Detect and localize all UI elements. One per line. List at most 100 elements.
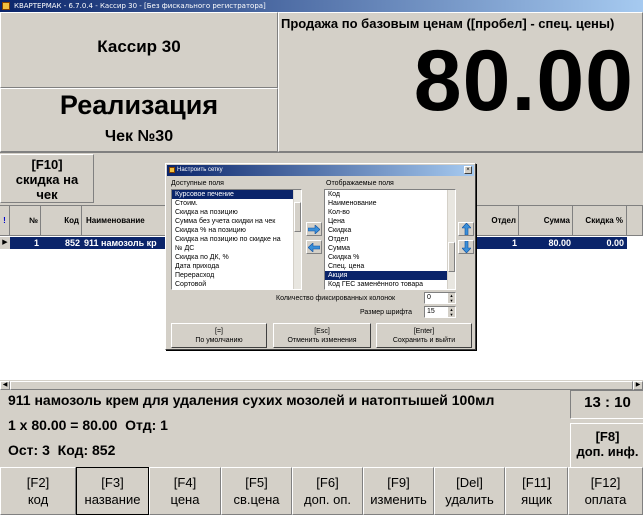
hscroll-thumb[interactable] [10,381,633,390]
add-field-button[interactable] [306,222,322,236]
arrow-down-icon [461,241,471,253]
spin-down-icon[interactable]: ▼ [448,312,455,317]
check-discount-button[interactable]: [F10] скидка на чек [0,154,94,203]
font-size-spin-buttons[interactable]: ▲ ▼ [448,307,455,317]
displayed-item[interactable]: Наименование [325,199,455,208]
col-header-discount[interactable]: Скидка % [573,206,627,236]
displayed-item[interactable]: Скидка [325,226,455,235]
available-list-scrollbar[interactable] [293,190,301,289]
fixed-columns-spin-buttons[interactable]: ▲ ▼ [448,293,455,303]
row-code[interactable]: 852 [41,237,82,249]
app-icon [2,2,10,10]
defaults-button[interactable]: [=] По умолчанию [171,323,267,348]
displayed-item[interactable]: Скидка % [325,253,455,262]
save-key: [Enter] [413,328,435,335]
displayed-item[interactable]: Код ГЕС заменённого товара [325,280,455,289]
fkey-name-button[interactable]: [F3] название [76,467,149,515]
item-info-panel: 911 намозоль крем для удаления сухих моз… [0,390,570,467]
fkey-price-button[interactable]: [F4] цена [149,467,221,515]
displayed-list-scrollbar[interactable] [447,190,455,289]
available-item[interactable]: Сортовой [172,280,301,289]
displayed-item[interactable]: Цена [325,217,455,226]
fkey-payment-button[interactable]: [F12] оплата [568,467,643,515]
item-calculation: 1 x 80.00 = 80.00 Отд: 1 [8,417,168,433]
fkey-price-label: цена [170,492,200,507]
fkey-code-button[interactable]: [F2] код [0,467,76,515]
displayed-fields-list[interactable]: Код Наименование Кол-во Цена Скидка Отдел Сум… [324,189,456,290]
row-name[interactable]: 911 намозоль кр [82,237,168,249]
more-info-button[interactable]: [F8] доп. инф. [570,423,643,472]
scroll-left-icon[interactable]: ◀ [0,381,10,390]
displayed-item[interactable]: Кол-во [325,208,455,217]
fixed-columns-value: 0 [427,294,431,301]
window-title: КВАРТЕРМАК - 6.7.0.4 - Кассир 30 - [Без … [14,2,266,10]
displayed-scroll-thumb[interactable] [448,242,455,272]
displayed-item[interactable]: Сумма [325,244,455,253]
fkey-extra-ops-button[interactable]: [F6] доп. оп. [292,467,363,515]
fkey-free-price-key: [F5] [245,475,268,490]
available-item[interactable]: Дата прихода [172,262,301,271]
fkey-drawer-label: ящик [521,492,552,507]
row-num[interactable]: 1 [10,237,41,249]
item-name: 911 намозоль крем для удаления сухих моз… [8,392,495,408]
available-item[interactable]: Скидка по ДК, % [172,253,301,262]
check-discount-label-1: скидка на [15,172,79,187]
move-up-button[interactable] [458,222,474,236]
item-dept-text: Отд: 1 [125,417,168,433]
font-size-value: 15 [427,308,435,315]
fkey-drawer-button[interactable]: [F11] ящик [505,467,568,515]
available-item[interactable]: Стоим. [172,199,301,208]
move-down-button[interactable] [458,240,474,254]
check-number: Чек №30 [104,128,174,145]
mode-title: Реализация [59,90,219,120]
defaults-key: [=] [215,328,223,335]
row-sum[interactable]: 80.00 [519,237,573,249]
fixed-columns-spinner[interactable]: 0 ▲ ▼ [424,292,456,304]
available-fields-list[interactable]: Курсовое печение Стоим. Скидка на позицию С… [171,189,302,290]
fkey-free-price-button[interactable]: [F5] св.цена [221,467,292,515]
displayed-item[interactable]: Код [325,190,455,199]
fkey-drawer-key: [F11] [522,475,551,490]
available-item[interactable]: Скидка на позицию [172,208,301,217]
col-header-num[interactable]: № [10,206,41,236]
mode-panel: Реализация Чек №30 [0,88,278,152]
price-mode-label: Продажа по базовым ценам ([пробел] - спе… [281,16,615,31]
available-item[interactable]: Сумма без учета скидки на чек [172,217,301,226]
available-item[interactable]: Перерасход [172,271,301,280]
col-header-name[interactable]: Наименование [82,206,168,236]
fkey-delete-button[interactable]: [Del] удалить [434,467,505,515]
cancel-key: [Esc] [314,328,330,335]
cancel-label: Отменить изменения [287,337,357,344]
fkey-delete-key: [Del] [456,475,483,490]
displayed-item[interactable]: Акция [325,271,455,280]
arrow-left-icon [308,242,320,252]
font-size-spinner[interactable]: 15 ▲ ▼ [424,306,456,318]
total-panel: Продажа по базовым ценам ([пробел] - спе… [278,12,643,152]
available-scroll-thumb[interactable] [294,202,301,232]
scroll-right-icon[interactable]: ▶ [633,381,643,390]
col-header-sum[interactable]: Сумма [519,206,573,236]
row-discount[interactable]: 0.00 [573,237,627,249]
displayed-item[interactable]: Отдел [325,235,455,244]
available-item[interactable]: № ДС [172,244,301,253]
available-item[interactable]: Курсовое печение [172,190,301,199]
available-item[interactable]: Скидка на позицию по скидке на [172,235,301,244]
available-item[interactable]: Скидка % на позицию [172,226,301,235]
spin-down-icon[interactable]: ▼ [448,298,455,303]
fkey-edit-button[interactable]: [F9] изменить [363,467,434,515]
row-dept[interactable]: 1 [476,237,519,249]
dialog-close-icon[interactable]: × [464,166,472,174]
remove-field-button[interactable] [306,240,322,254]
cashier-name: Кассир 30 [97,37,181,56]
arrow-up-icon [461,223,471,235]
col-header-code[interactable]: Код [41,206,82,236]
col-header-dept[interactable]: Отдел [476,206,519,236]
displayed-item[interactable]: Спец. цена [325,262,455,271]
save-label: Сохранить и выйти [392,337,456,344]
cancel-changes-button[interactable]: [Esc] Отменить изменения [273,323,371,348]
save-and-exit-button[interactable]: [Enter] Сохранить и выйти [376,323,472,348]
more-info-label: доп. инф. [576,444,639,459]
item-code-text: Код: 852 [57,442,116,458]
col-header-filler [627,206,643,236]
defaults-label: По умолчанию [195,337,243,344]
